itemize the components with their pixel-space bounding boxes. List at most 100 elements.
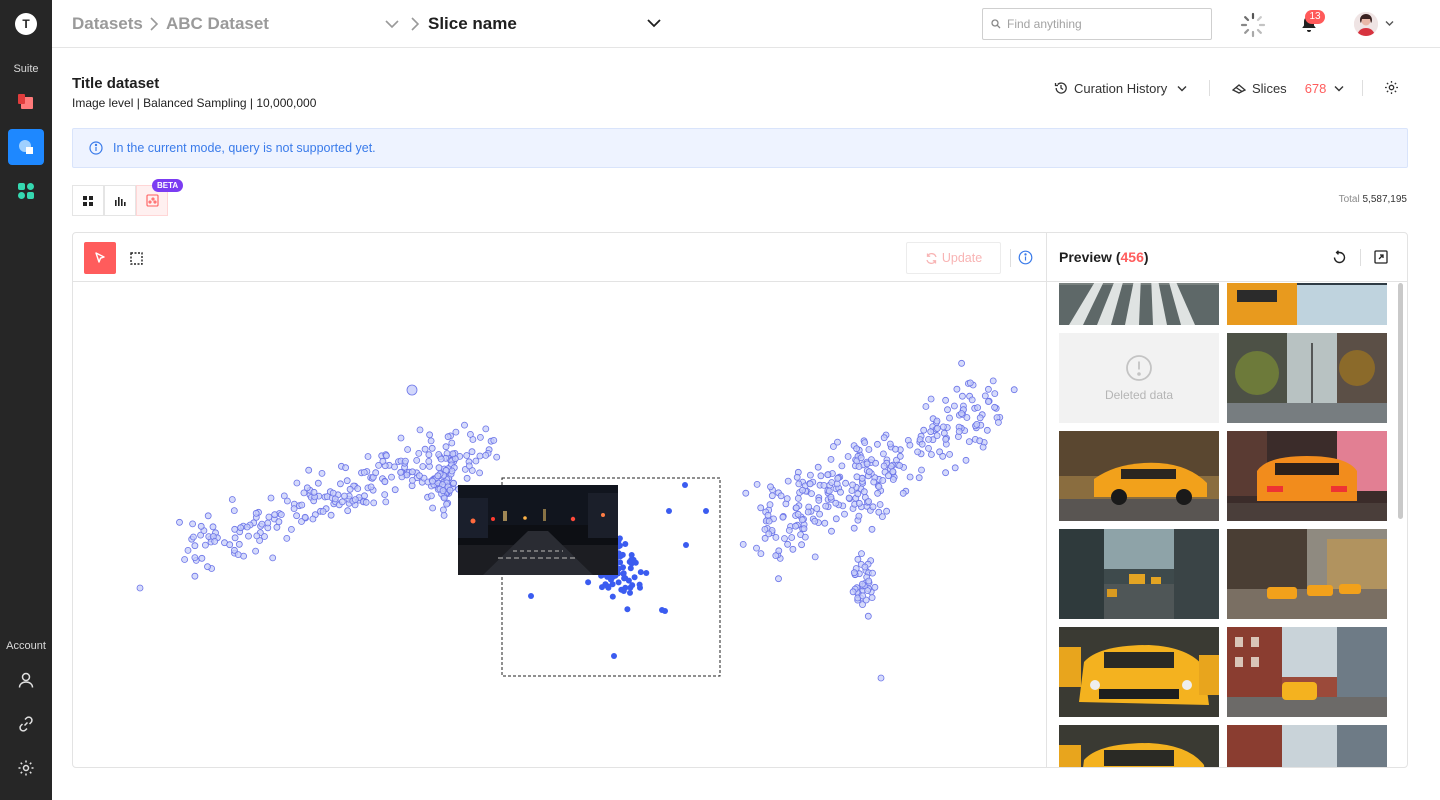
scatter-point <box>807 471 814 479</box>
scatter-point <box>191 572 199 580</box>
embedding-scatter-plot[interactable] <box>73 283 1046 768</box>
scatter-point <box>360 468 368 476</box>
scatter-point <box>785 526 793 534</box>
scatter-point <box>865 446 873 453</box>
avatar[interactable] <box>1354 12 1378 36</box>
scatter-point <box>283 534 291 542</box>
info-icon[interactable] <box>1018 250 1033 265</box>
preview-thumbnail[interactable] <box>1059 725 1219 767</box>
scatter-point <box>837 488 844 496</box>
scatter-point <box>136 584 144 592</box>
grid-view-tab[interactable] <box>72 185 104 216</box>
preview-grid[interactable]: Deleted data <box>1047 283 1407 767</box>
scatter-point <box>783 495 791 503</box>
link-icon <box>19 716 33 732</box>
model-app-button[interactable] <box>8 173 44 209</box>
update-button[interactable]: Update <box>906 242 1001 274</box>
preview-thumbnail[interactable] <box>1227 431 1387 521</box>
preview-thumbnail[interactable] <box>1227 283 1387 325</box>
app-logo[interactable]: T <box>15 13 37 35</box>
gear-icon[interactable] <box>1384 80 1399 95</box>
scatter-point <box>764 511 772 519</box>
preview-thumbnail[interactable] <box>1059 431 1219 521</box>
preview-scrollbar-thumb[interactable] <box>1398 283 1403 519</box>
scatter-point <box>466 430 474 438</box>
scatter-point <box>482 425 490 433</box>
scatter-point <box>472 457 480 465</box>
box-select-tool-button[interactable] <box>120 242 152 274</box>
scatter-point <box>354 485 362 493</box>
grid-icon <box>83 195 93 206</box>
breadcrumb-dataset[interactable]: ABC Dataset <box>166 14 269 34</box>
integrations-button[interactable] <box>8 706 44 742</box>
scatter-point <box>309 515 317 523</box>
notification-badge: 13 <box>1305 10 1325 24</box>
preview-title-label: Preview <box>1059 249 1112 265</box>
scatter-point <box>314 479 322 487</box>
preview-thumbnail[interactable] <box>1227 529 1387 619</box>
scatter-point <box>834 474 842 482</box>
avatar-dropdown-icon[interactable] <box>1385 20 1394 27</box>
scatter-point <box>226 541 234 549</box>
scatter-point <box>974 404 981 411</box>
chevron-down-icon <box>1334 85 1344 91</box>
scatter-point <box>611 653 617 659</box>
scatter-point <box>928 451 935 458</box>
breadcrumb-slice: Slice name <box>428 14 517 33</box>
scatter-point <box>440 494 448 502</box>
scatter-point <box>989 377 997 385</box>
breadcrumb-datasets[interactable]: Datasets <box>72 14 143 34</box>
scatter-point <box>973 420 981 428</box>
search-box[interactable] <box>982 8 1212 40</box>
preview-thumbnail[interactable] <box>1059 529 1219 619</box>
scatter-point <box>406 384 418 396</box>
preview-thumbnail[interactable] <box>1227 333 1387 423</box>
preview-thumbnail[interactable] <box>1227 725 1387 767</box>
expand-icon[interactable] <box>1374 250 1388 264</box>
scatter-point <box>287 525 295 533</box>
scatter-point <box>585 579 592 586</box>
analytics-view-tab[interactable] <box>104 185 136 216</box>
preview-thumbnail[interactable] <box>1059 283 1219 325</box>
preview-header: Preview (456) <box>1047 233 1407 282</box>
slices-button[interactable]: Slices 678 <box>1232 79 1344 97</box>
search-input[interactable] <box>1007 17 1197 31</box>
scatter-canvas[interactable] <box>73 283 1046 768</box>
scatter-point <box>848 487 856 494</box>
scatter-point <box>413 456 421 464</box>
deleted-thumbnail[interactable]: Deleted data <box>1059 333 1219 423</box>
scatter-point <box>877 674 885 682</box>
scatter-point <box>742 489 750 497</box>
preview-thumbnail[interactable] <box>1059 627 1219 717</box>
settings-rail-button[interactable] <box>8 750 44 786</box>
scatter-point <box>190 533 197 541</box>
scatter-point <box>382 498 390 506</box>
scatter-point <box>624 606 631 613</box>
scatter-point <box>828 479 836 486</box>
preview-thumbnail[interactable] <box>1227 627 1387 717</box>
scatter-point <box>841 510 848 518</box>
scatter-point <box>844 453 852 460</box>
taxi-motion-image <box>1059 431 1219 521</box>
slice-dropdown-icon[interactable] <box>647 18 661 28</box>
reset-icon[interactable] <box>1332 250 1347 265</box>
profile-button[interactable] <box>8 662 44 698</box>
scatter-point <box>280 492 288 500</box>
scatter-point <box>683 542 689 548</box>
scatter-point <box>421 445 429 453</box>
preview-scrollbar[interactable] <box>1398 283 1404 767</box>
scatter-point <box>370 499 378 507</box>
select-tool-button[interactable] <box>84 242 116 274</box>
scatter-point <box>861 439 869 447</box>
dataset-dropdown-icon[interactable] <box>385 19 399 29</box>
scatter-point <box>798 516 806 524</box>
scatter-point <box>914 448 921 456</box>
label-app-button[interactable] <box>8 84 44 120</box>
scatter-point <box>609 581 616 588</box>
plot-toolbar: Update <box>73 233 1046 282</box>
scatter-point <box>293 512 301 520</box>
curate-app-button[interactable] <box>8 129 44 165</box>
curation-history-button[interactable]: Curation History <box>1054 79 1187 97</box>
scatter-point <box>609 593 616 600</box>
scatter-point <box>849 481 856 489</box>
